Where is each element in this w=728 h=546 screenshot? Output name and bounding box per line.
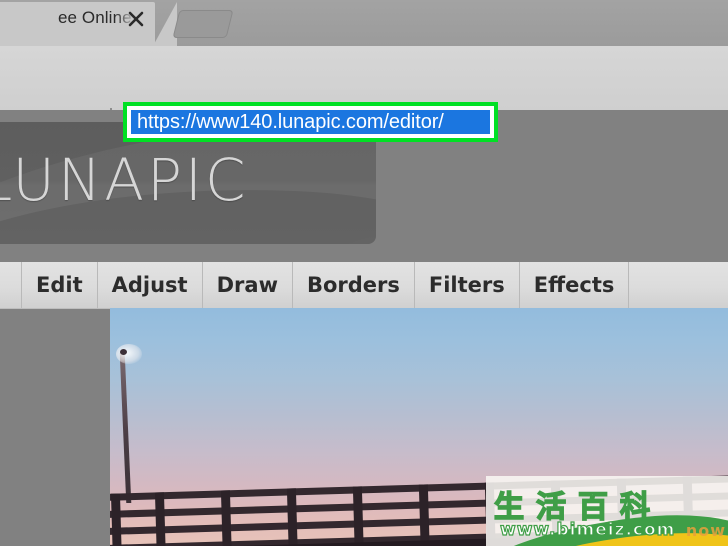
new-tab-button[interactable] <box>172 10 234 38</box>
menu-adjust-label: Adjust <box>111 273 188 297</box>
tab-strip: ee Online Pho <box>0 0 728 46</box>
tab-title: ee Online Pho <box>58 8 133 27</box>
menu-animation[interactable]: An <box>629 262 643 308</box>
menu-borders-label: Borders <box>306 273 400 297</box>
lamp-fixture <box>120 349 127 355</box>
lamp-glow <box>116 344 142 364</box>
menu-edit-label: Edit <box>36 273 83 297</box>
url-input[interactable]: https://www140.lunapic.com/editor/ <box>131 110 490 134</box>
menu-adjust[interactable]: Adjust <box>98 262 203 308</box>
menu-draw[interactable]: Draw <box>203 262 293 308</box>
url-text: https://www140.lunapic.com/editor/ <box>137 110 444 133</box>
menu-effects-label: Effects <box>533 273 615 297</box>
editor-photo-canvas[interactable] <box>110 308 728 546</box>
omnibox-bar: Secure https://www140.lunapic.com/editor… <box>0 46 728 142</box>
menu-draw-label: Draw <box>216 273 278 297</box>
page-content: LUNAPIC e Edit Adjust Draw Borders Filte… <box>0 110 728 546</box>
url-highlight-annotation: https://www140.lunapic.com/editor/ <box>123 102 498 142</box>
menu-borders[interactable]: Borders <box>293 262 415 308</box>
logo-text: LUNAPIC <box>0 146 249 214</box>
menu-filters-label: Filters <box>428 273 505 297</box>
browser-window: ee Online Pho Secure https://www140.luna… <box>0 0 728 546</box>
menu-file[interactable]: e <box>0 262 22 308</box>
menu-edit[interactable]: Edit <box>22 262 98 308</box>
menu-effects[interactable]: Effects <box>520 262 630 308</box>
close-icon[interactable] <box>126 9 146 29</box>
lamp-post <box>119 353 132 503</box>
pier-railing <box>110 475 728 546</box>
site-menu-bar: e Edit Adjust Draw Borders Filters Effec… <box>0 262 728 308</box>
menu-filters[interactable]: Filters <box>415 262 520 308</box>
